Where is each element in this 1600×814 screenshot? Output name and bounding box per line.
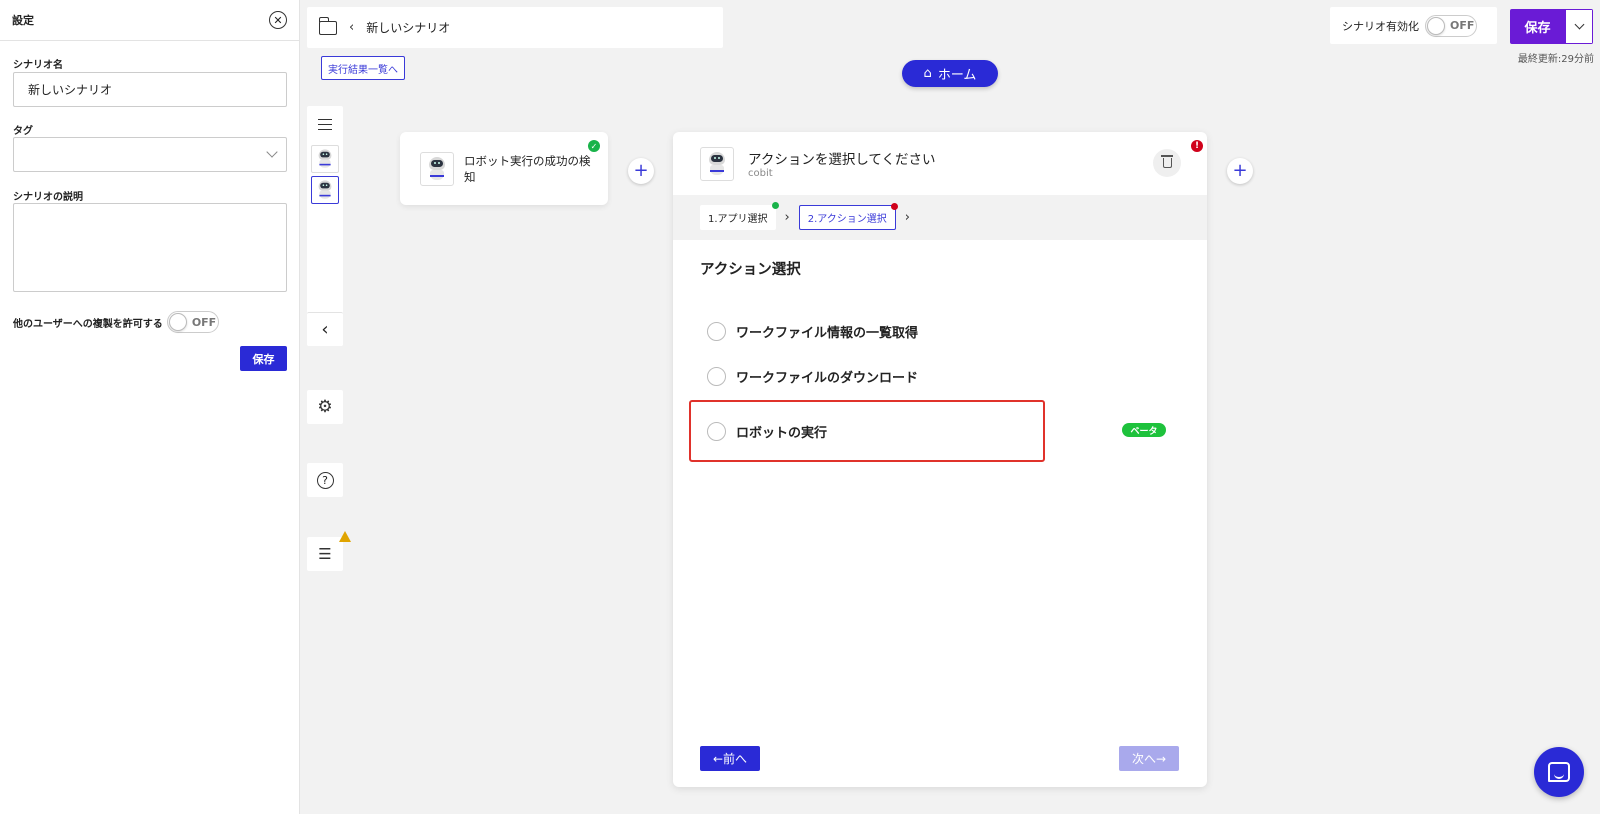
gear-icon: ⚙ xyxy=(317,397,333,417)
radio-button[interactable] xyxy=(707,367,726,386)
radio-button[interactable] xyxy=(707,322,726,341)
description-label: シナリオの説明 xyxy=(13,192,83,203)
activate-toggle[interactable]: OFF xyxy=(1425,14,1477,37)
chevron-down-icon xyxy=(266,146,278,158)
option-run-robot[interactable]: ロボットの実行 xyxy=(707,422,827,441)
trigger-label: ロボット実行の成功の検知 xyxy=(464,153,591,184)
outline-step-trigger[interactable] xyxy=(311,145,339,173)
flow-outline-toolbar xyxy=(307,106,343,346)
chevron-right-icon: › xyxy=(784,210,790,225)
help-icon: ? xyxy=(316,471,334,489)
home-button[interactable]: ⌂ ホーム xyxy=(902,60,998,87)
scenario-title: 新しいシナリオ xyxy=(366,21,451,35)
prev-button[interactable]: ←前へ xyxy=(700,746,760,771)
option-label: ロボットの実行 xyxy=(736,426,828,441)
save-options-dropdown[interactable] xyxy=(1565,9,1593,44)
option-label: ワークファイルのダウンロード xyxy=(736,371,919,386)
tag-label: タグ xyxy=(13,126,33,137)
step-status-error-icon xyxy=(890,203,898,210)
section-title: アクション選択 xyxy=(700,262,801,278)
allow-copy-row: 他のユーザーへの複製を許可する OFF xyxy=(13,311,219,333)
scenario-name-label: シナリオ名 xyxy=(13,60,63,71)
robot-app-icon xyxy=(420,151,454,186)
close-icon[interactable]: ✕ xyxy=(269,11,287,29)
step-label: 2.アクション選択 xyxy=(807,214,887,225)
scenario-activate-box: シナリオ有効化 OFF xyxy=(1330,7,1497,44)
activate-label: シナリオ有効化 xyxy=(1342,19,1419,33)
robot-icon xyxy=(707,151,727,176)
scenario-name-input[interactable]: 新しいシナリオ xyxy=(13,72,287,107)
settings-header: 設定 ✕ xyxy=(0,0,299,41)
list-view-button[interactable] xyxy=(307,106,343,142)
scenario-name-value: 新しいシナリオ xyxy=(28,83,113,97)
collapse-button[interactable]: ‹ xyxy=(307,312,343,346)
allow-copy-toggle[interactable]: OFF xyxy=(166,311,219,333)
toggle-knob xyxy=(1427,16,1445,35)
delete-step-button[interactable] xyxy=(1153,149,1181,177)
warning-icon xyxy=(339,531,351,542)
home-icon: ⌂ xyxy=(923,66,932,81)
next-button[interactable]: 次へ→ xyxy=(1119,746,1179,771)
chevron-right-icon: › xyxy=(904,210,910,225)
error-icon: ! xyxy=(1191,140,1203,152)
step-label: 1.アプリ選択 xyxy=(708,214,768,225)
last-updated: 最終更新:29分前 xyxy=(1517,54,1594,65)
toggle-knob xyxy=(168,313,187,331)
trigger-card[interactable]: ロボット実行の成功の検知 ✓ xyxy=(400,132,608,205)
settings-button[interactable]: ⚙ xyxy=(307,390,343,424)
settings-save-button[interactable]: 保存 xyxy=(240,346,287,371)
step-tabs: 1.アプリ選択 › 2.アクション選択 › xyxy=(673,195,1207,240)
trash-icon xyxy=(1160,155,1173,168)
beta-badge: ベータ xyxy=(1122,423,1166,437)
radio-button[interactable] xyxy=(707,422,726,441)
action-card-header: アクションを選択してください cobit ! xyxy=(673,132,1207,195)
settings-panel: 設定 ✕ シナリオ名 新しいシナリオ タグ シナリオの説明 他のユーザーへの複製… xyxy=(0,0,300,814)
back-chevron-icon[interactable]: ‹ xyxy=(349,20,354,35)
outline-step-action[interactable] xyxy=(311,176,339,204)
step-app-select[interactable]: 1.アプリ選択 xyxy=(700,202,779,230)
add-step-button[interactable]: + xyxy=(628,158,654,184)
description-textarea[interactable] xyxy=(13,203,287,292)
chevron-down-icon xyxy=(1574,19,1584,30)
option-label: ワークファイル情報の一覧取得 xyxy=(736,326,919,341)
chevron-left-icon: ‹ xyxy=(321,319,329,340)
scenario-bar: ‹ 新しいシナリオ xyxy=(307,7,723,48)
action-card-subtitle: cobit xyxy=(748,168,773,179)
allow-copy-label: 他のユーザーへの複製を許可する xyxy=(13,318,163,330)
robot-app-icon xyxy=(700,146,734,181)
results-list-link[interactable]: 実行結果一覧へ xyxy=(321,56,405,80)
robot-icon xyxy=(317,180,333,199)
scroll-log-icon: ☰ xyxy=(318,545,332,563)
settings-title: 設定 xyxy=(12,14,34,27)
add-step-button-end[interactable]: + xyxy=(1227,158,1253,184)
top-save-button[interactable]: 保存 xyxy=(1510,9,1565,44)
tag-select[interactable] xyxy=(13,137,287,172)
check-icon: ✓ xyxy=(588,140,600,152)
step-status-ok-icon xyxy=(771,202,779,209)
chat-support-button[interactable] xyxy=(1534,747,1584,797)
option-download-workfile[interactable]: ワークファイルのダウンロード xyxy=(707,367,918,386)
folder-icon[interactable] xyxy=(318,16,337,35)
action-card-heading: アクションを選択してください cobit xyxy=(748,148,936,179)
list-icon xyxy=(318,118,332,130)
action-card: アクションを選択してください cobit ! 1.アプリ選択 › 2.アクション… xyxy=(673,132,1207,787)
toggle-state: OFF xyxy=(191,315,217,329)
help-button[interactable]: ? xyxy=(307,463,343,497)
log-button[interactable]: ☰ xyxy=(307,531,351,571)
action-card-title: アクションを選択してください xyxy=(748,152,936,168)
top-save-split-button: 保存 xyxy=(1510,9,1593,44)
toggle-state: OFF xyxy=(1450,19,1475,32)
option-list-workfiles[interactable]: ワークファイル情報の一覧取得 xyxy=(707,322,918,341)
chat-icon xyxy=(1548,762,1570,782)
robot-icon xyxy=(427,156,447,181)
home-label: ホーム xyxy=(937,68,977,83)
step-action-select[interactable]: 2.アクション選択 xyxy=(798,203,898,230)
robot-icon xyxy=(317,149,333,168)
